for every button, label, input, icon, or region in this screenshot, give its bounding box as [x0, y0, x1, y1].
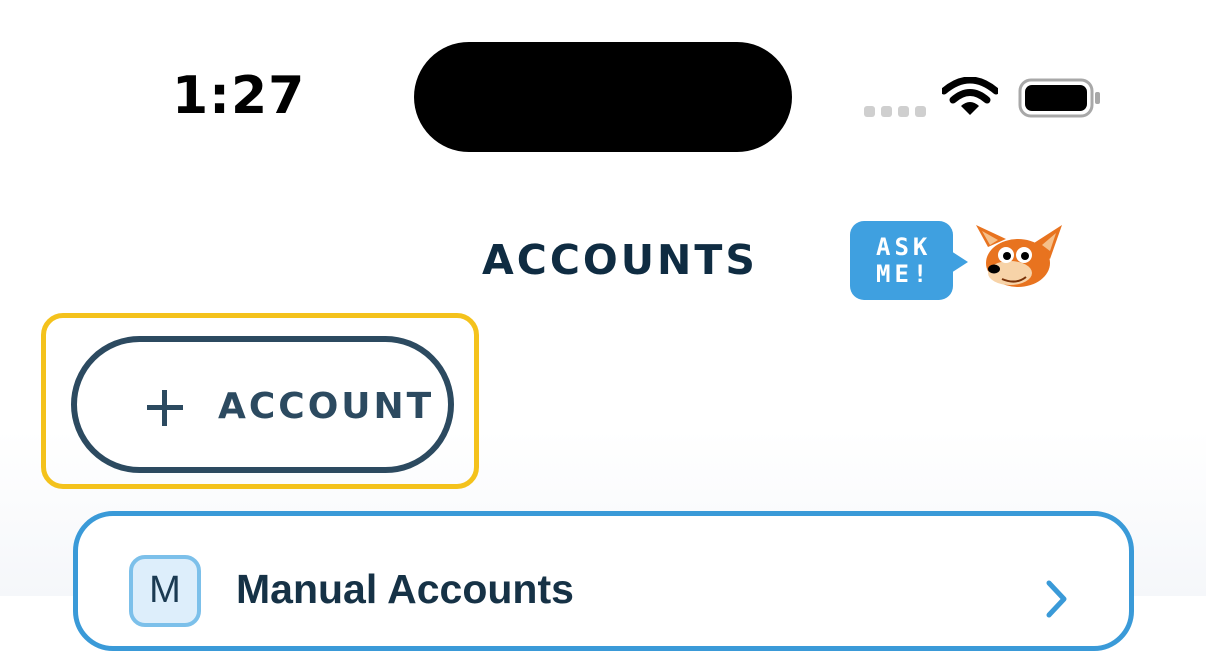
manual-accounts-card[interactable]: M Manual Accounts — [73, 511, 1134, 651]
page-title: ACCOUNTS — [482, 236, 758, 284]
battery-icon — [1018, 78, 1100, 118]
plus-icon — [147, 390, 183, 426]
cellular-signal-icon — [864, 106, 926, 117]
ask-me-line1: ASK — [876, 233, 932, 261]
ask-me-label: ASK ME! — [876, 234, 936, 288]
status-time: 1:27 — [172, 66, 306, 126]
add-account-label: ACCOUNT — [218, 386, 435, 427]
chevron-right-icon — [1046, 580, 1067, 618]
fox-mascot-icon[interactable] — [972, 221, 1066, 291]
speech-tail — [951, 251, 968, 273]
add-account-button[interactable]: ACCOUNT — [71, 336, 454, 473]
manual-accounts-title: Manual Accounts — [236, 566, 574, 612]
dynamic-island — [414, 42, 792, 152]
manual-accounts-badge: M — [129, 555, 201, 627]
wifi-icon — [942, 77, 998, 115]
ask-me-button[interactable]: ASK ME! — [850, 221, 970, 301]
ask-me-line2: ME! — [876, 260, 932, 288]
